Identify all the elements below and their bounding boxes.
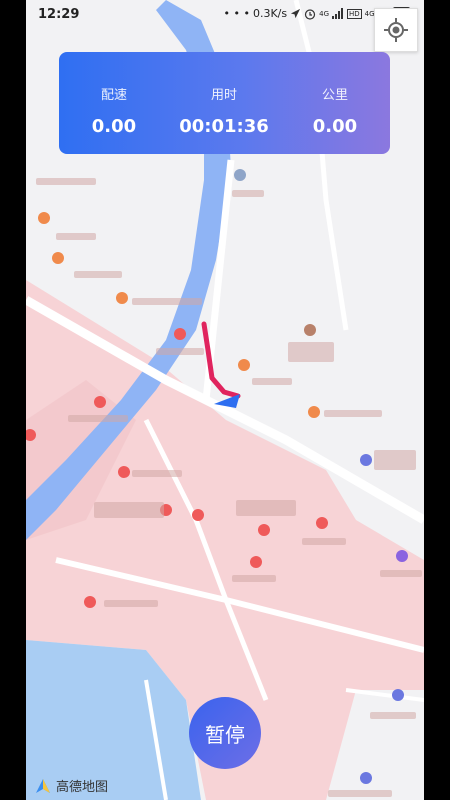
signal-label-1: 4G — [319, 9, 329, 18]
pace-value: 0.00 — [91, 116, 137, 137]
net-speed: 0.3K/s — [252, 7, 288, 20]
map-logo-text: 高德地图 — [56, 780, 109, 795]
duration-stat: 用时 00:01:36 — [169, 52, 279, 137]
distance-value: 0.00 — [312, 116, 358, 137]
status-time: 12:29 — [38, 7, 80, 22]
hd-badge: HD — [347, 8, 362, 19]
amap-logo-icon — [36, 778, 50, 793]
signal-icon — [332, 8, 343, 19]
duration-label: 用时 — [210, 88, 237, 103]
map-logo: 高德地图 — [34, 776, 108, 795]
locate-button[interactable] — [374, 8, 418, 52]
pace-stat: 配速 0.00 — [59, 52, 169, 137]
alarm-icon — [305, 8, 316, 20]
run-stats-panel: 配速 0.00 用时 00:01:36 公里 0.00 — [59, 52, 390, 154]
locate-icon — [384, 18, 408, 42]
distance-stat: 公里 0.00 — [280, 52, 390, 137]
pace-label: 配速 — [100, 88, 127, 103]
location-arrow-icon — [291, 8, 301, 19]
distance-label: 公里 — [321, 88, 348, 103]
more-dots: • • • — [223, 7, 250, 20]
duration-value: 00:01:36 — [179, 116, 269, 137]
app-screen: 12:29 • • • 0.3K/s 4G HD 4G 75 配速 0.00 — [26, 0, 424, 800]
status-bar: 12:29 • • • 0.3K/s 4G HD 4G 75 — [26, 0, 424, 30]
pause-button[interactable]: 暂停 — [189, 697, 261, 769]
